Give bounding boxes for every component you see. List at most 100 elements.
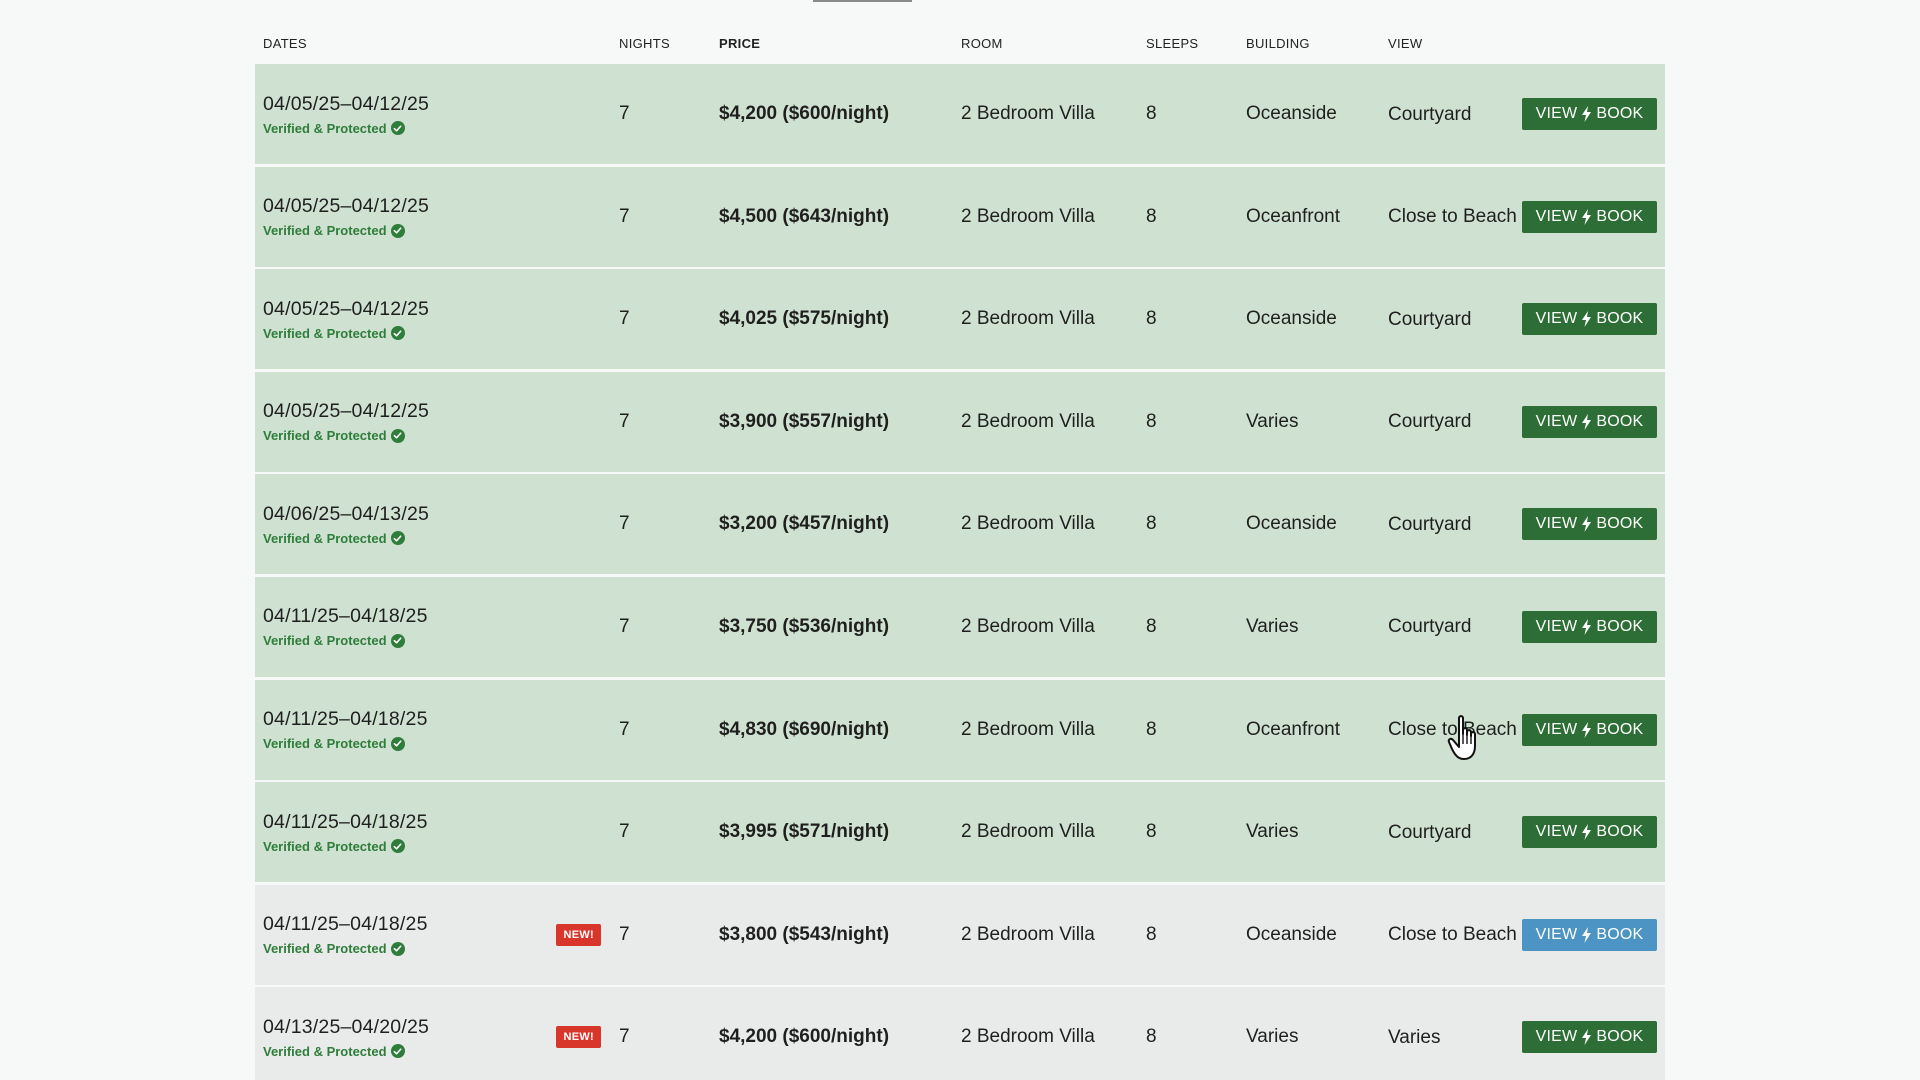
sleeps-cell: 8 <box>1146 513 1157 535</box>
new-badge: NEW! <box>556 1026 601 1049</box>
sleeps-cell: 8 <box>1146 103 1157 124</box>
sleeps-cell: 8 <box>1146 205 1157 227</box>
view-book-button[interactable]: VIEW BOOK <box>1522 610 1657 643</box>
view-cell: Courtyard <box>1388 411 1472 433</box>
check-circle-icon <box>390 736 405 751</box>
view-book-button[interactable]: VIEW BOOK <box>1522 200 1657 233</box>
view-book-button-left-label: VIEW <box>1535 823 1578 841</box>
action-cell: VIEW BOOK <box>1518 405 1665 438</box>
active-tab-indicator <box>813 0 912 2</box>
view-book-button[interactable]: VIEW BOOK <box>1522 98 1657 130</box>
view-cell: Close to Beach <box>1388 719 1517 741</box>
dates-cell: 04/06/25–04/13/25 Verified & Protected <box>255 503 545 546</box>
dates-text: 04/05/25–04/12/25 <box>263 195 430 218</box>
room-cell: 2 Bedroom Villa <box>961 205 1095 227</box>
view-book-button-left-label: VIEW <box>1535 720 1578 738</box>
view-cell: Courtyard <box>1388 513 1472 535</box>
verified-badge: Verified & Protected <box>263 531 545 546</box>
view-book-button[interactable]: VIEW BOOK <box>1522 816 1657 849</box>
nights-cell: 7 <box>619 513 630 535</box>
listings-page: DATES NIGHTS PRICE ROOM SLEEPS BUILDING … <box>0 0 1920 1080</box>
verified-badge: Verified & Protected <box>263 1044 545 1059</box>
action-cell: VIEW BOOK <box>1518 200 1665 233</box>
view-book-button-left-label: VIEW <box>1535 515 1578 533</box>
check-circle-icon <box>390 326 405 341</box>
view-book-button-left-label: VIEW <box>1535 310 1578 328</box>
view-book-button[interactable]: VIEW BOOK <box>1522 508 1657 541</box>
view-book-button-right-label: BOOK <box>1596 310 1644 328</box>
verified-badge: Verified & Protected <box>263 839 545 854</box>
table-row[interactable]: 04/11/25–04/18/25 Verified & Protected 7… <box>255 576 1665 677</box>
dates-text: 04/11/25–04/18/25 <box>263 605 428 628</box>
view-book-button[interactable]: VIEW BOOK <box>1522 303 1657 336</box>
verified-badge: Verified & Protected <box>263 223 545 238</box>
check-circle-icon <box>390 121 405 135</box>
building-cell: Oceanfront <box>1246 205 1340 227</box>
new-badge: NEW! <box>556 923 601 946</box>
action-cell: VIEW BOOK <box>1518 816 1665 849</box>
nights-cell: 7 <box>619 1026 630 1048</box>
header-dates: DATES <box>263 35 307 51</box>
nights-cell: 7 <box>619 615 630 637</box>
view-cell: Courtyard <box>1388 103 1472 125</box>
dates-text: 04/05/25–04/12/25 <box>263 92 430 115</box>
view-book-button[interactable]: VIEW BOOK <box>1522 918 1657 951</box>
table-row[interactable]: 04/05/25–04/12/25 Verified & Protected 7… <box>255 371 1665 472</box>
sleeps-cell: 8 <box>1146 923 1157 945</box>
price-cell: $3,800 ($543/night) <box>719 923 890 945</box>
room-cell: 2 Bedroom Villa <box>961 410 1095 432</box>
verified-label: Verified & Protected <box>263 530 387 546</box>
verified-label: Verified & Protected <box>263 1043 387 1059</box>
lightning-bolt-icon <box>1581 926 1592 943</box>
building-cell: Oceanfront <box>1246 718 1340 740</box>
dates-text: 04/06/25–04/13/25 <box>263 502 430 525</box>
view-cell: Close to Beach <box>1388 206 1517 228</box>
table-row[interactable]: 04/13/25–04/20/25 Verified & Protected N… <box>255 987 1665 1080</box>
action-cell: VIEW BOOK <box>1518 918 1665 951</box>
action-cell: VIEW BOOK <box>1518 303 1665 336</box>
room-cell: 2 Bedroom Villa <box>961 615 1095 637</box>
nights-cell: 7 <box>619 103 630 124</box>
price-cell: $4,830 ($690/night) <box>719 718 890 740</box>
lightning-bolt-icon <box>1581 311 1592 328</box>
table-row[interactable]: 04/11/25–04/18/25 Verified & Protected 7… <box>255 679 1665 780</box>
view-book-button[interactable]: VIEW BOOK <box>1522 1021 1657 1054</box>
view-book-button-right-label: BOOK <box>1596 412 1644 430</box>
room-cell: 2 Bedroom Villa <box>961 821 1095 843</box>
price-cell: $3,750 ($536/night) <box>719 615 890 637</box>
verified-badge: Verified & Protected <box>263 736 545 751</box>
new-cell: NEW! <box>545 923 611 946</box>
lightning-bolt-icon <box>1581 618 1592 635</box>
table-row[interactable]: 04/11/25–04/18/25 Verified & Protected N… <box>255 884 1665 985</box>
action-cell: VIEW BOOK <box>1518 713 1665 746</box>
nights-cell: 7 <box>619 205 630 227</box>
dates-cell: 04/11/25–04/18/25 Verified & Protected <box>255 605 545 648</box>
view-book-button[interactable]: VIEW BOOK <box>1522 405 1657 438</box>
availability-table: DATES NIGHTS PRICE ROOM SLEEPS BUILDING … <box>255 22 1665 1080</box>
nights-cell: 7 <box>619 821 630 843</box>
building-cell: Varies <box>1246 615 1299 637</box>
dates-cell: 04/05/25–04/12/25 Verified & Protected <box>255 298 545 341</box>
dates-cell: 04/05/25–04/12/25 Verified & Protected <box>255 195 545 238</box>
lightning-bolt-icon <box>1581 516 1592 533</box>
header-building: BUILDING <box>1246 35 1310 51</box>
table-row[interactable]: 04/11/25–04/18/25 Verified & Protected 7… <box>255 782 1665 883</box>
action-cell: VIEW BOOK <box>1518 508 1665 541</box>
building-cell: Oceanside <box>1246 513 1337 535</box>
table-row[interactable]: 04/05/25–04/12/25 Verified & Protected 7… <box>255 64 1665 164</box>
table-row[interactable]: 04/06/25–04/13/25 Verified & Protected 7… <box>255 474 1665 575</box>
check-circle-icon <box>390 839 405 854</box>
view-book-button[interactable]: VIEW BOOK <box>1522 713 1657 746</box>
price-cell: $4,025 ($575/night) <box>719 308 890 330</box>
verified-label: Verified & Protected <box>263 428 387 444</box>
view-book-button-left-label: VIEW <box>1535 105 1578 122</box>
price-cell: $3,900 ($557/night) <box>719 410 890 432</box>
building-cell: Varies <box>1246 410 1299 432</box>
table-row[interactable]: 04/05/25–04/12/25 Verified & Protected 7… <box>255 166 1665 267</box>
table-row[interactable]: 04/05/25–04/12/25 Verified & Protected 7… <box>255 269 1665 370</box>
header-price[interactable]: PRICE <box>711 36 953 51</box>
action-cell: VIEW BOOK <box>1518 1021 1665 1054</box>
price-cell: $4,200 ($600/night) <box>719 1026 890 1048</box>
view-book-button-right-label: BOOK <box>1596 720 1644 738</box>
table-body: 04/05/25–04/12/25 Verified & Protected 7… <box>255 64 1665 1080</box>
